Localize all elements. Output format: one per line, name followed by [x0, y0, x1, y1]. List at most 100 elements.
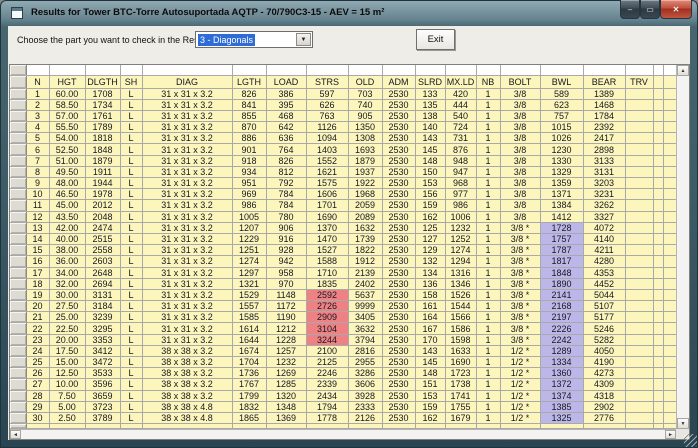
row-selector-button[interactable] [10, 233, 26, 244]
grid-cell: 1552 [306, 155, 348, 166]
grid-cell: 2530 [382, 166, 415, 177]
grid-cell: 2402 [348, 278, 382, 289]
row-selector-button[interactable] [10, 267, 26, 278]
fixed-row-cell [120, 65, 142, 75]
grid-cell: 31 x 31 x 3.2 [142, 278, 232, 289]
grid-cell: 2530 [382, 357, 415, 368]
grid-cell: 7 [26, 155, 49, 166]
grid-cell-empty [663, 368, 676, 379]
grid-cell: 3239 [85, 312, 120, 323]
row-selector-button[interactable] [10, 189, 26, 200]
row-selector-button[interactable] [10, 312, 26, 323]
scroll-right-button[interactable]: ► [665, 430, 676, 439]
table-row: 948.001944L31 x 31 x 3.29517921575192225… [10, 178, 676, 189]
grid-cell: 2530 [382, 222, 415, 233]
vertical-scrollbar[interactable]: ▲ ▼ [676, 65, 689, 429]
row-selector-button[interactable] [10, 301, 26, 312]
grid-cell: 2530 [382, 122, 415, 133]
row-selector-button[interactable] [10, 122, 26, 133]
grid-cell: 151 [415, 379, 445, 390]
row-selector-button[interactable] [10, 166, 26, 177]
row-selector-button[interactable] [10, 357, 26, 368]
row-selector-button[interactable] [10, 368, 26, 379]
row-selector-button[interactable] [10, 211, 26, 222]
row-selector-button[interactable] [10, 334, 26, 345]
grid-cell [625, 323, 653, 334]
grid-cell: 1822 [348, 245, 382, 256]
row-selector-button[interactable] [10, 278, 26, 289]
row-selector-button[interactable] [10, 200, 26, 211]
grid-cell: 1544 [445, 301, 476, 312]
row-selector-button[interactable] [10, 412, 26, 423]
resize-grip[interactable] [684, 434, 697, 447]
grid-cell: 1126 [306, 122, 348, 133]
minimize-button[interactable]: – [620, 0, 640, 19]
grid-cell-empty [653, 88, 663, 99]
grid-cell [625, 144, 653, 155]
scroll-left-button[interactable]: ◄ [10, 430, 21, 439]
combobox-dropdown-button[interactable]: ▼ [296, 33, 311, 46]
row-selector-button[interactable] [10, 245, 26, 256]
grid-cell: L [120, 110, 142, 121]
row-selector-button[interactable] [10, 133, 26, 144]
grid-cell: 31 x 31 x 3.2 [142, 178, 232, 189]
grid-cell-empty [663, 110, 676, 121]
row-selector-button[interactable] [10, 401, 26, 412]
grid-cell: 386 [266, 88, 306, 99]
grid-cell: 3/8 * [500, 256, 540, 267]
row-selector-button[interactable] [10, 144, 26, 155]
row-selector-button[interactable] [10, 88, 26, 99]
grid-cell: 2226 [540, 323, 583, 334]
row-selector-button[interactable] [10, 155, 26, 166]
fixed-row-cell [500, 65, 540, 75]
row-selector-button[interactable] [10, 289, 26, 300]
grid-cell: 2339 [306, 379, 348, 390]
row-selector-button[interactable] [10, 222, 26, 233]
exit-button[interactable]: Exit [416, 29, 455, 50]
grid-cell: 1734 [85, 99, 120, 110]
grid-cell: 792 [266, 178, 306, 189]
row-selector-button[interactable] [10, 424, 26, 429]
row-selector-button[interactable] [10, 379, 26, 390]
grid-cell: 1005 [232, 211, 266, 222]
grid-cell: 763 [306, 110, 348, 121]
grid-cell: 2530 [382, 88, 415, 99]
grid-cell: 757 [540, 110, 583, 121]
scroll-down-button[interactable]: ▼ [677, 418, 689, 429]
row-selector-button[interactable] [10, 256, 26, 267]
grid-cell: 31 x 31 x 3.2 [142, 245, 232, 256]
grid-cell: 5107 [583, 301, 625, 312]
row-selector-button[interactable] [10, 345, 26, 356]
grid-cell: 28 [26, 390, 49, 401]
row-selector-button[interactable] [10, 390, 26, 401]
row-selector-button[interactable] [10, 110, 26, 121]
exit-button-label: Exit [428, 34, 444, 45]
grid-cell: 2726 [306, 301, 348, 312]
grid-cell-empty [663, 390, 676, 401]
chevron-down-icon: ▼ [301, 37, 307, 43]
maximize-button[interactable]: ▭ [640, 0, 660, 19]
title-bar[interactable]: Results for Tower BTC-Torre Autosuportad… [0, 0, 698, 26]
grid-cell: 1 [476, 345, 500, 356]
row-selector-button[interactable] [10, 178, 26, 189]
grid-cell: 31 x 31 x 3.2 [142, 323, 232, 334]
grid-cell: 3353 [85, 334, 120, 345]
grid-cell: 19 [26, 289, 49, 300]
grid-cell: 2168 [540, 301, 583, 312]
close-button[interactable]: ✕ [660, 0, 692, 19]
grid-cell: 1 [476, 88, 500, 99]
part-select-combobox[interactable]: 3 - Diagonals ▼ [195, 31, 313, 48]
grid-cell: 2100 [306, 345, 348, 356]
grid-cell-empty [653, 178, 663, 189]
fixed-row-cell [476, 65, 500, 75]
grid-cell: 1274 [232, 256, 266, 267]
grid-cell-empty [653, 301, 663, 312]
grid-cell: 1 [476, 323, 500, 334]
grid-cell-empty [382, 424, 415, 429]
horizontal-scrollbar[interactable]: ◄ ► [10, 429, 676, 439]
scroll-up-button[interactable]: ▲ [677, 65, 689, 76]
row-selector-button[interactable] [10, 99, 26, 110]
fixed-row-cell [306, 65, 348, 75]
row-selector-button[interactable] [10, 323, 26, 334]
column-header-load: LOAD [266, 75, 306, 88]
